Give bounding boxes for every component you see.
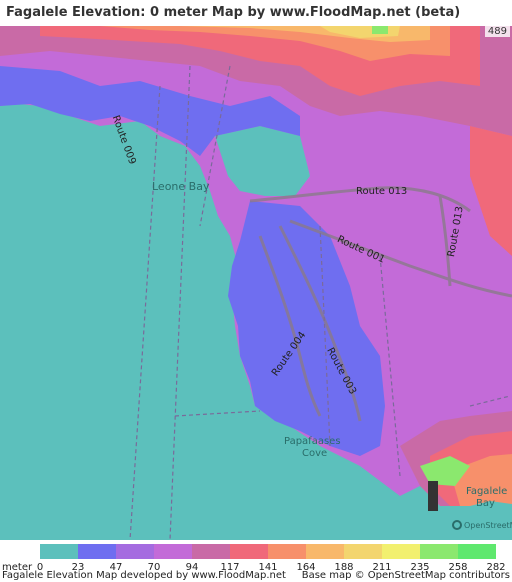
legend-swatch <box>344 544 382 559</box>
legend-swatch <box>192 544 230 559</box>
label-leone-bay: Leone Bay <box>152 180 210 193</box>
label-fagalele-bay-2: Bay <box>476 498 495 509</box>
legend-swatch <box>40 544 78 559</box>
pier <box>428 481 438 511</box>
elevation-map[interactable]: Route 009 Leone Bay Route 013 Route 001 … <box>0 26 512 540</box>
footer-basemap-credit: Base map © OpenStreetMap contributors <box>301 570 510 581</box>
map-title: Fagalele Elevation: 0 meter Map by www.F… <box>0 0 512 26</box>
legend-swatch <box>382 544 420 559</box>
legend-swatch <box>78 544 116 559</box>
magnifier-icon <box>452 520 462 530</box>
highland-green <box>372 26 388 34</box>
elevation-legend: meter 0 23 47 70 94 117 141 164 188 211 235 258 282 … <box>0 540 512 582</box>
label-fagalele-bay-1: Fagalele <box>466 486 508 497</box>
legend-swatch <box>420 544 458 559</box>
osm-logo: OpenStreetMap <box>452 520 512 530</box>
legend-swatch <box>154 544 192 559</box>
label-papafaases-cove-1: Papafaases <box>284 436 341 447</box>
legend-swatch <box>116 544 154 559</box>
label-route-013-top: Route 013 <box>356 186 408 197</box>
legend-swatch <box>306 544 344 559</box>
legend-swatch <box>268 544 306 559</box>
legend-swatch <box>230 544 268 559</box>
corner-elevation-tag: 489 <box>484 26 510 37</box>
label-papafaases-cove-2: Cove <box>302 448 328 459</box>
footer-credit: Fagalele Elevation Map developed by www.… <box>2 570 286 581</box>
legend-swatch <box>458 544 496 559</box>
